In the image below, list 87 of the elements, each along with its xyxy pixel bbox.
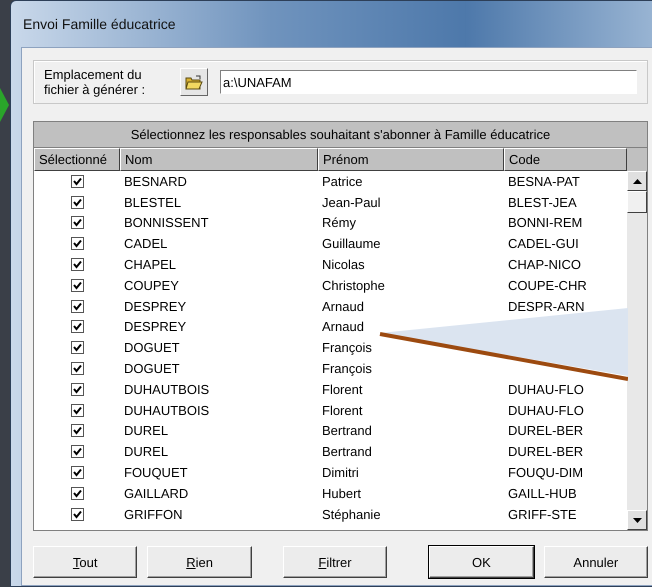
scrollbar[interactable]	[627, 171, 647, 530]
table-cell: Arnaud	[322, 319, 364, 334]
table-cell: BESNARD	[124, 174, 187, 189]
table-cell: DOGUET	[124, 340, 180, 356]
location-label: Emplacement du fichier à générer :	[44, 67, 146, 97]
scroll-thumb[interactable]	[627, 191, 647, 213]
checkbox[interactable]	[70, 445, 84, 458]
table-cell: Florent	[322, 382, 362, 397]
scroll-down-button[interactable]	[627, 510, 647, 530]
table-cell: Christophe	[322, 278, 385, 293]
table-cell: Patrice	[322, 174, 362, 189]
column-header[interactable]: Nom	[120, 148, 318, 171]
table-title: Sélectionnez les responsables souhaitant s'abonner à Famille éducatrice	[34, 122, 647, 148]
table-cell: Hubert	[322, 486, 362, 501]
table-cell: Guillaume	[322, 236, 381, 252]
table-cell: DUHAUTBOIS	[124, 402, 210, 418]
table-cell: GAILL-HUB	[508, 486, 577, 501]
checkbox[interactable]	[70, 300, 84, 313]
table-cell: Dimitri	[322, 465, 359, 480]
table-cell: COUPE-CHR	[508, 278, 587, 293]
table-cell: CHAP-NICO	[508, 257, 581, 272]
table-cell: Florent	[322, 402, 362, 418]
checkbox[interactable]	[70, 424, 84, 438]
table-cell: Bertrand	[322, 444, 372, 460]
location-field[interactable]: a:\UNAFAM	[220, 70, 637, 94]
checkbox[interactable]	[70, 404, 84, 417]
table-cell: FOUQU-DIM	[508, 465, 584, 480]
checkbox[interactable]	[70, 362, 84, 376]
up-arrow-icon	[632, 178, 642, 184]
checkbox[interactable]	[70, 196, 84, 209]
window-title: Envoi Famille éducatrice	[23, 16, 176, 32]
table-cell: CHAPEL	[124, 257, 176, 272]
table-cell: GRIFF-STE	[508, 506, 577, 522]
cancel-button[interactable]: Annuler	[544, 546, 648, 578]
folder-button[interactable]	[180, 68, 208, 96]
table-cell: DUREL	[124, 423, 168, 438]
table-cell: CADEL-GUI	[508, 236, 579, 252]
folder-icon	[185, 74, 203, 90]
table-cell: GRIFFON	[124, 506, 182, 522]
table-cell: Nicolas	[322, 257, 365, 272]
table-cell: BLESTEL	[124, 194, 182, 210]
table-cell: CADEL	[124, 236, 168, 252]
select-all-button[interactable]: Tout	[33, 546, 138, 578]
checkbox[interactable]	[70, 341, 84, 354]
table-cell: DUHAU-FLO	[508, 382, 584, 397]
checkbox[interactable]	[70, 237, 84, 250]
table-cell: Bertrand	[322, 423, 372, 438]
select-none-button[interactable]: Rien	[147, 546, 252, 578]
table-cell: DESPREY	[124, 298, 186, 314]
table-cell: Stéphanie	[322, 506, 381, 522]
table-cell: DESPR-ARN	[508, 298, 585, 314]
filter-button[interactable]: Filtrer	[282, 546, 388, 578]
scroll-up-button[interactable]	[627, 171, 647, 191]
table-cell: Rémy	[322, 215, 356, 230]
table-cell: François	[322, 361, 372, 376]
checkbox[interactable]	[70, 382, 84, 396]
table-cell: DUHAU-FLO	[508, 402, 584, 418]
table-cell: Arnaud	[322, 298, 364, 314]
table-cell: DUREL-BER	[508, 423, 584, 438]
table-cell: BONNI-REM	[508, 215, 582, 230]
checkbox[interactable]	[70, 174, 84, 188]
table-cell: BONNISSENT	[124, 215, 209, 230]
table-cell: COUPEY	[124, 278, 179, 293]
checkbox[interactable]	[70, 258, 84, 272]
table-cell: FOUQUET	[124, 465, 188, 480]
arrow-icon	[0, 88, 9, 122]
table-cell: DESPREY	[124, 319, 186, 334]
column-header[interactable]: Prénom	[318, 148, 504, 171]
checkbox[interactable]	[70, 466, 84, 480]
table-cell: DUREL-BER	[508, 444, 584, 460]
table-cell: DOGUET	[124, 361, 180, 376]
table-cell: BESNA-PAT	[508, 174, 580, 189]
table-cell: Jean-Paul	[322, 194, 381, 210]
table-cell: DUREL	[124, 444, 168, 460]
table-cell: François	[322, 340, 372, 356]
checkbox[interactable]	[70, 508, 84, 521]
checkbox[interactable]	[70, 320, 84, 334]
down-arrow-icon	[632, 518, 642, 522]
ok-button[interactable]: OK	[429, 546, 534, 578]
checkbox[interactable]	[70, 486, 84, 500]
table-cell: GAILLARD	[124, 486, 188, 501]
table-cell: DUHAUTBOIS	[124, 382, 210, 397]
table-cell: BLEST-JEA	[508, 194, 577, 210]
checkbox[interactable]	[70, 216, 84, 230]
column-header[interactable]: Sélectionné	[34, 148, 120, 171]
checkbox[interactable]	[70, 278, 84, 292]
column-header[interactable]: Code	[504, 148, 627, 171]
